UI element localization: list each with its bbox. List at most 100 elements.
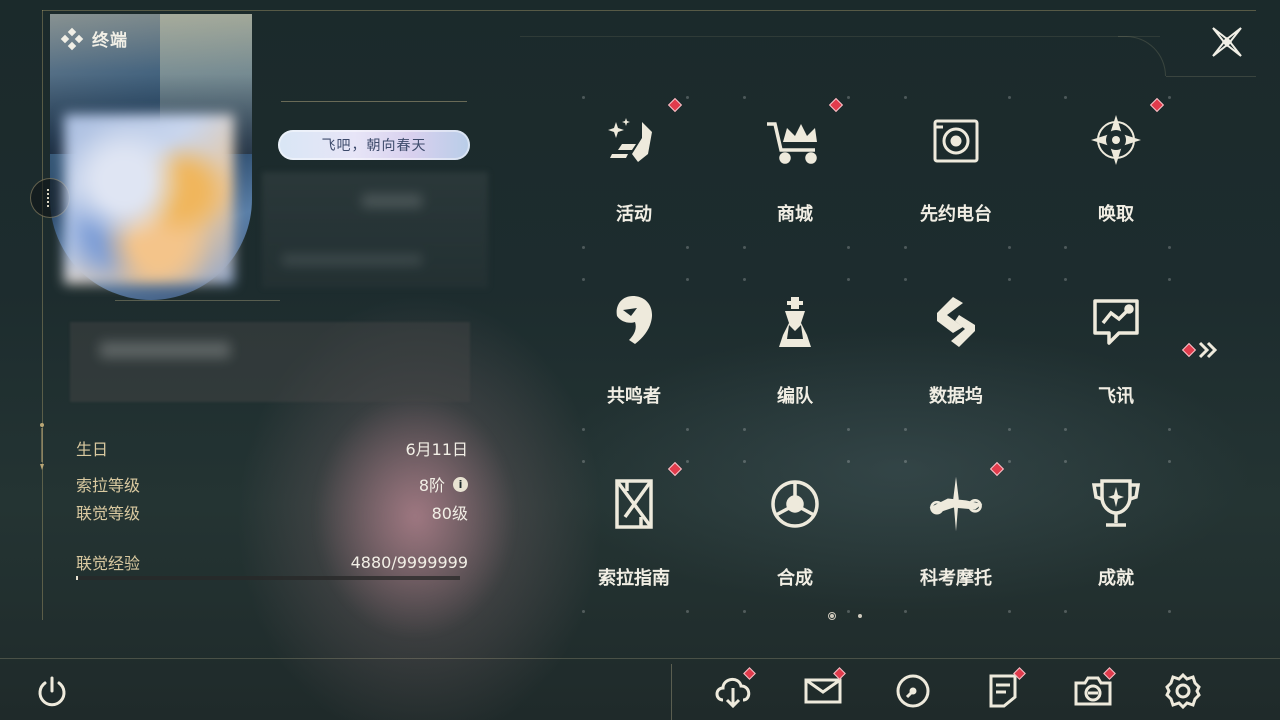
divider <box>281 101 467 102</box>
grid-tick <box>743 246 746 249</box>
grid-tick <box>1064 278 1067 281</box>
info-icon[interactable]: i <box>453 476 468 492</box>
menu-item-label: 索拉指南 <box>598 568 670 589</box>
grid-tick <box>1008 246 1011 249</box>
frame-corner <box>1118 36 1166 76</box>
stat-union-exp: 联觉经验 4880/9999999 <box>76 550 468 574</box>
radio-icon <box>926 110 986 170</box>
menu-item-label: 合成 <box>777 568 813 589</box>
mail-button[interactable] <box>801 667 846 712</box>
grid-tick <box>1064 428 1067 431</box>
grid-tick <box>686 246 689 249</box>
stat-value: 8阶 <box>418 476 445 495</box>
grid-tick <box>686 428 689 431</box>
settings-button[interactable] <box>1161 670 1205 712</box>
menu-item-team[interactable]: 编队 <box>743 278 847 428</box>
menu-item-achievements[interactable]: 成就 <box>1064 460 1168 610</box>
menu-item-label: 共鸣者 <box>607 386 661 407</box>
page-dot[interactable] <box>858 614 862 618</box>
grid-tick <box>743 610 746 613</box>
grid-tick <box>904 610 907 613</box>
grid-tick <box>686 278 689 281</box>
grid-tick <box>1008 96 1011 99</box>
mail-icon <box>804 678 842 704</box>
grid-tick <box>582 610 585 613</box>
player-name-redacted <box>262 172 488 288</box>
menu-item-label: 活动 <box>616 204 652 225</box>
notification-badge <box>828 97 844 113</box>
grid-tick <box>904 278 907 281</box>
guide-icon <box>604 474 664 534</box>
avatar[interactable] <box>64 114 234 284</box>
grid-tick <box>847 610 850 613</box>
side-ornament <box>40 423 44 470</box>
menu-item-resonators[interactable]: 共鸣者 <box>582 278 686 428</box>
menu-item-radio[interactable]: 先约电台 <box>904 96 1008 246</box>
terminal-logo-icon <box>60 27 84 51</box>
page-title: 终端 <box>92 31 128 51</box>
power-icon <box>38 676 66 707</box>
grid-tick <box>686 96 689 99</box>
stat-label: 联觉经验 <box>76 554 141 573</box>
menu-item-label: 商城 <box>777 204 813 225</box>
download-button[interactable] <box>711 667 756 712</box>
stat-label: 生日 <box>76 440 109 459</box>
dock-separator <box>671 664 672 720</box>
menu-item-label: 成就 <box>1098 568 1134 589</box>
notification-badge <box>667 461 683 477</box>
notification-badge <box>1149 97 1165 113</box>
grid-tick <box>904 428 907 431</box>
notes-icon <box>989 674 1017 708</box>
frame-top-line <box>42 10 1256 11</box>
trophy-icon <box>1086 474 1146 534</box>
grid-tick <box>904 246 907 249</box>
download-icon <box>715 678 751 708</box>
exp-progress-bar <box>76 576 460 580</box>
player-title-tag: 飞吧，朝向春天 <box>278 130 470 160</box>
grid-tick <box>847 428 850 431</box>
data-dock-icon <box>926 292 986 352</box>
exp-value: 4880/9999999 <box>350 552 468 572</box>
page-indicator <box>828 612 862 620</box>
menu-item-synthesis[interactable]: 合成 <box>743 460 847 610</box>
menu-item-messages[interactable]: 飞讯 <box>1064 278 1168 428</box>
grid-tick <box>1064 610 1067 613</box>
grid-tick <box>743 96 746 99</box>
grid-tick <box>1008 460 1011 463</box>
menu-item-tacet-cycle[interactable]: 科考摩托 <box>904 460 1008 610</box>
menu-item-events[interactable]: 活动 <box>582 96 686 246</box>
menu-item-data-bank[interactable]: 数据坞 <box>904 278 1008 428</box>
grid-tick <box>743 460 746 463</box>
grid-tick <box>686 610 689 613</box>
page-dot-active[interactable] <box>828 612 836 620</box>
grid-tick <box>1168 96 1171 99</box>
exp-progress-fill <box>76 576 79 580</box>
menu-item-label: 唤取 <box>1098 204 1134 225</box>
stat-value: 80级 <box>431 504 468 523</box>
notes-button[interactable] <box>981 667 1026 712</box>
grid-tick <box>904 460 907 463</box>
camera-button[interactable] <box>1071 667 1116 712</box>
grid-tick <box>743 428 746 431</box>
menu-item-label: 科考摩托 <box>920 568 992 589</box>
frame-step-line <box>1166 76 1256 77</box>
next-page-button[interactable] <box>1180 338 1224 362</box>
clock-button[interactable] <box>891 670 935 712</box>
menu-item-guidebook[interactable]: 索拉指南 <box>582 460 686 610</box>
chess-icon <box>765 292 825 352</box>
close-button[interactable] <box>1205 22 1249 62</box>
grid-tick <box>1168 428 1171 431</box>
grid-tick <box>1168 460 1171 463</box>
grid-tick <box>847 246 850 249</box>
grid-tick <box>1064 96 1067 99</box>
power-button[interactable] <box>32 672 72 712</box>
stat-union-level: 联觉等级 80级 <box>76 500 468 524</box>
grid-tick <box>1008 278 1011 281</box>
player-signature-redacted <box>70 322 470 402</box>
grid-tick <box>1008 428 1011 431</box>
menu-item-convene[interactable]: 唤取 <box>1064 96 1168 246</box>
menu-item-shop[interactable]: 商城 <box>743 96 847 246</box>
message-icon <box>1086 292 1146 352</box>
compass-icon <box>1086 110 1146 170</box>
stat-value: 6月11日 <box>405 440 468 459</box>
